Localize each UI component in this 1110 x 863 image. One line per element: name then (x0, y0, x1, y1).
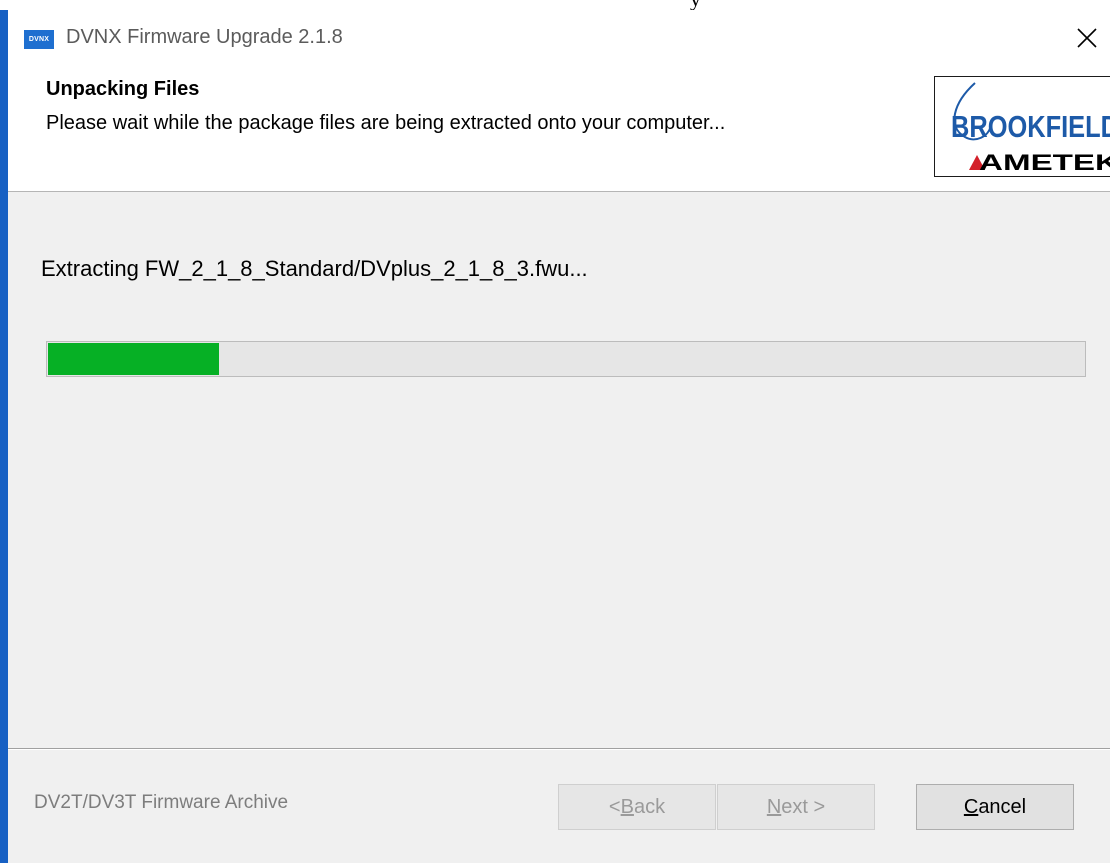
window-title: DVNX Firmware Upgrade 2.1.8 (66, 26, 343, 48)
next-button-rest: ext > (781, 795, 826, 818)
back-button-prefix: < (608, 795, 621, 818)
extraction-status: Extracting FW_2_1_8_Standard/DVplus_2_1_… (41, 256, 588, 281)
footer-label: DV2T/DV3T Firmware Archive (34, 792, 289, 813)
logo-ametek-text: AMETEK (979, 150, 1110, 175)
back-button-rest: ack (633, 795, 666, 818)
header-panel: Unpacking Files Please wait while the pa… (8, 64, 1110, 192)
progress-bar-fill (48, 343, 219, 375)
background-strip: y (0, 0, 1110, 10)
progress-bar (46, 341, 1086, 377)
back-button[interactable]: < Back (558, 784, 716, 830)
cropped-text-fragment: y (690, 0, 701, 10)
next-button[interactable]: Next > (717, 784, 875, 830)
brookfield-ametek-logo: BROOKFIELD AMETEK (934, 76, 1110, 177)
page-title: Unpacking Files (46, 78, 200, 100)
cancel-button[interactable]: Cancel (916, 784, 1074, 830)
logo-brand-text: BROOKFIELD (951, 109, 1110, 144)
main-content: Extracting FW_2_1_8_Standard/DVplus_2_1_… (8, 192, 1110, 748)
title-bar[interactable]: DVNX DVNX Firmware Upgrade 2.1.8 (8, 10, 1110, 64)
close-icon (1077, 28, 1097, 48)
close-button[interactable] (1064, 16, 1110, 60)
installer-window: DVNX DVNX Firmware Upgrade 2.1.8 Unpacki… (0, 10, 1110, 863)
cancel-button-rest: ancel (978, 795, 1027, 818)
footer-divider (8, 748, 1110, 750)
next-button-accel: N (766, 795, 782, 818)
cancel-button-accel: C (963, 795, 979, 818)
app-icon: DVNX (24, 30, 54, 49)
back-button-accel: B (620, 795, 634, 818)
app-icon-text: DVNX (28, 36, 50, 43)
page-subtitle: Please wait while the package files are … (46, 112, 726, 134)
